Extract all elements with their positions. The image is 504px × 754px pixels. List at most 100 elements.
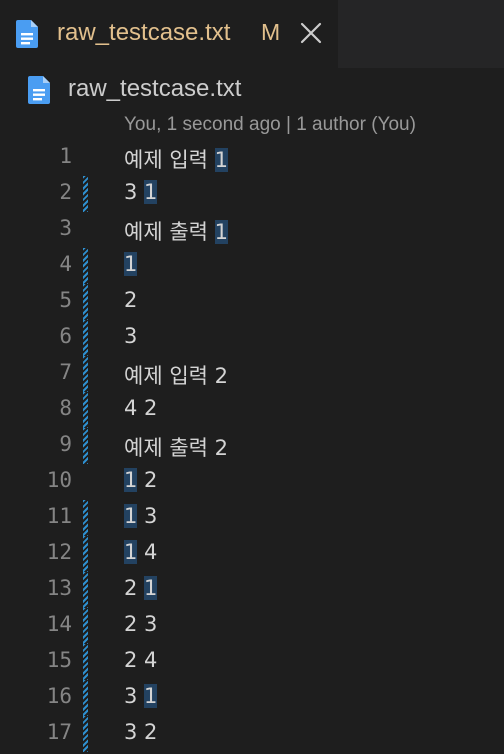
line-number: 7 [59, 360, 72, 384]
line-text-segment: 4 2 [124, 396, 158, 420]
line-text: 1 3 [124, 504, 157, 528]
line-number: 15 [46, 648, 72, 672]
code-line[interactable]: 52 [0, 284, 504, 320]
code-line[interactable]: 12 1 4 [0, 536, 504, 572]
tab-raw-testcase[interactable]: raw_testcase.txt M [0, 0, 338, 68]
line-text: 3 2 [124, 720, 157, 744]
line-text-segment: 3 [124, 324, 138, 348]
modified-gutter-indicator[interactable] [83, 284, 88, 320]
line-text-segment: 3 [124, 180, 145, 204]
modified-gutter-indicator[interactable] [83, 248, 88, 284]
line-text: 3 1 [124, 684, 158, 708]
line-text: 2 4 [124, 648, 157, 672]
modified-gutter-indicator[interactable] [83, 176, 88, 212]
modified-gutter-indicator[interactable] [83, 644, 88, 680]
line-number: 10 [46, 468, 72, 492]
line-number: 12 [46, 540, 72, 564]
line-text-segment: 3 [137, 504, 158, 528]
code-line[interactable]: 15 2 4 [0, 644, 504, 680]
code-line[interactable]: 63 [0, 320, 504, 356]
line-text-segment: 3 [124, 684, 145, 708]
line-number: 9 [59, 432, 72, 456]
selection-match-highlight: 1 [144, 684, 158, 708]
code-line[interactable]: 3 예제 출력 1 [0, 212, 504, 248]
code-line[interactable]: 2 3 1 [0, 176, 504, 212]
git-blame-codelens[interactable]: You, 1 second ago | 1 author (You) [124, 114, 416, 136]
modified-gutter-indicator[interactable] [83, 716, 88, 752]
code-line[interactable]: 16 3 1 [0, 680, 504, 716]
modified-gutter-indicator[interactable] [83, 392, 88, 428]
code-line[interactable]: 9 예제 출력 2 [0, 428, 504, 464]
line-number: 3 [59, 216, 72, 240]
line-text-segment: 2 4 [124, 648, 158, 672]
selection-match-highlight: 1 [124, 504, 138, 528]
line-text: 예제 입력 1 [124, 144, 229, 174]
line-text-segment: 예제 입력 2 [124, 364, 228, 388]
code-line[interactable]: 10 1 2 [0, 464, 504, 500]
modified-gutter-indicator[interactable] [83, 680, 88, 716]
tab-bar: raw_testcase.txt M [0, 0, 504, 68]
line-text: 예제 출력 2 [124, 432, 228, 462]
line-text-segment: 2 3 [124, 612, 158, 636]
selection-match-highlight: 1 [124, 252, 138, 276]
code-line[interactable]: 1 예제 입력 1 [0, 140, 504, 176]
modified-gutter-indicator[interactable] [83, 500, 88, 536]
line-number: 1 [59, 144, 72, 168]
line-text: 2 [124, 288, 137, 312]
line-number: 13 [46, 576, 72, 600]
line-text: 2 1 [124, 576, 158, 600]
code-line[interactable]: 11 1 3 [0, 500, 504, 536]
line-text-segment: 예제 입력 [124, 148, 215, 172]
line-text-segment: 예제 출력 2 [124, 436, 228, 460]
line-text-segment: 2 [124, 576, 145, 600]
line-text: 2 3 [124, 612, 157, 636]
code-line[interactable]: 41 [0, 248, 504, 284]
code-line[interactable]: 13 2 1 [0, 572, 504, 608]
code-line[interactable]: 8 4 2 [0, 392, 504, 428]
file-text-icon [28, 76, 52, 104]
modified-status-badge: M [261, 19, 281, 45]
breadcrumb: raw_testcase.txt [0, 68, 504, 112]
selection-match-highlight: 1 [214, 220, 229, 244]
line-number: 6 [59, 324, 72, 348]
line-number: 5 [59, 288, 72, 312]
file-text-icon [16, 20, 40, 48]
tab-title: raw_testcase.txt [57, 19, 231, 46]
selection-match-highlight: 1 [124, 468, 138, 492]
line-text: 1 4 [124, 540, 157, 564]
line-number: 16 [46, 684, 72, 708]
line-text: 3 [124, 324, 137, 348]
line-number: 4 [59, 252, 72, 276]
line-text-segment: 2 [124, 288, 138, 312]
code-line[interactable]: 7 예제 입력 2 [0, 356, 504, 392]
line-text: 예제 입력 2 [124, 360, 228, 390]
modified-gutter-indicator[interactable] [83, 320, 88, 356]
line-number: 8 [59, 396, 72, 420]
line-text-segment: 3 2 [124, 720, 158, 744]
line-text: 1 [124, 252, 138, 276]
line-text: 4 2 [124, 396, 157, 420]
breadcrumb-file-label[interactable]: raw_testcase.txt [68, 75, 241, 103]
modified-gutter-indicator[interactable] [83, 428, 88, 464]
line-text-segment: 4 [137, 540, 158, 564]
line-number: 17 [46, 720, 72, 744]
modified-gutter-indicator[interactable] [83, 536, 88, 572]
code-line[interactable]: 17 3 2 [0, 716, 504, 752]
selection-match-highlight: 1 [124, 540, 138, 564]
code-line[interactable]: 14 2 3 [0, 608, 504, 644]
selection-match-highlight: 1 [144, 180, 158, 204]
code-editor[interactable]: 1 예제 입력 123 1 3 예제 출력 1 4 1 5 2 6 3 7 예제 입력 284 29예… [0, 140, 504, 754]
line-number: 14 [46, 612, 72, 636]
close-icon[interactable] [298, 20, 324, 46]
modified-gutter-indicator[interactable] [83, 608, 88, 644]
selection-match-highlight: 1 [214, 148, 229, 172]
line-text-segment: 예제 출력 [124, 220, 215, 244]
line-text-segment: 2 [137, 468, 158, 492]
line-number: 2 [59, 180, 72, 204]
line-number: 11 [46, 504, 72, 528]
line-text: 3 1 [124, 180, 158, 204]
line-text: 예제 출력 1 [124, 216, 229, 246]
modified-gutter-indicator[interactable] [83, 356, 88, 392]
modified-gutter-indicator[interactable] [83, 572, 88, 608]
line-text: 1 2 [124, 468, 157, 492]
